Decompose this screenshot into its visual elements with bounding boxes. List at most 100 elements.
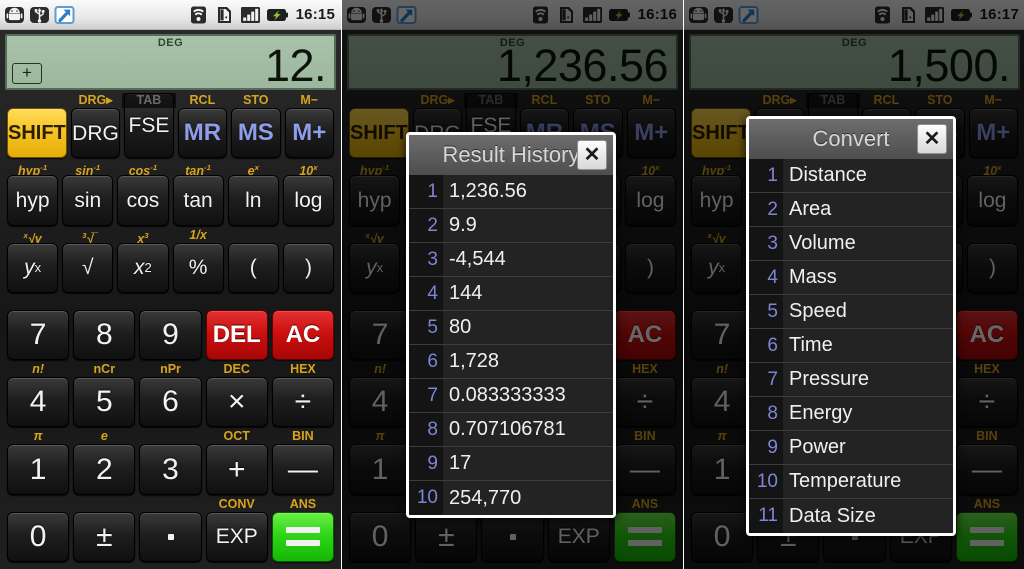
list-item-index: 5 — [749, 295, 783, 328]
key-shift-label: nCr — [93, 362, 116, 377]
key-[interactable]: — — [271, 444, 335, 495]
key-[interactable]: ) — [282, 242, 335, 293]
list-item[interactable]: 5 80 — [409, 311, 613, 345]
key-cell: DEC× — [204, 362, 270, 429]
key-cell: cos-1cos — [115, 160, 170, 227]
calculator-display[interactable]: DEG +12. — [5, 34, 336, 90]
list-item[interactable]: 11 Data Size — [749, 499, 953, 533]
key-hyp[interactable]: hyp — [7, 175, 59, 226]
key-0[interactable]: 0 — [7, 511, 70, 562]
key-drg[interactable]: DRG — [70, 108, 121, 159]
list-item-index: 1 — [409, 175, 443, 208]
key-m[interactable]: M+ — [284, 108, 334, 159]
status-bar-notifications — [4, 5, 75, 25]
list-item-label: Area — [789, 198, 832, 220]
key-shift-label: DRG▸ — [78, 93, 113, 107]
key-[interactable]: ± — [73, 511, 136, 562]
display-value: 12. — [264, 40, 327, 90]
list-item-index: 4 — [749, 261, 783, 294]
key-[interactable]: × — [205, 377, 268, 428]
key-[interactable]: + — [205, 444, 268, 495]
list-item[interactable]: 2 9.9 — [409, 209, 613, 243]
list-item-index: 10 — [409, 481, 443, 515]
key-mr[interactable]: MR — [177, 108, 228, 159]
list-item-index: 10 — [749, 465, 783, 498]
list-item-index: 11 — [749, 499, 783, 533]
key-exp[interactable]: EXP — [205, 511, 268, 562]
key-9[interactable]: 9 — [139, 309, 202, 361]
list-item[interactable]: 8 Energy — [749, 397, 953, 431]
key-equals[interactable] — [271, 511, 335, 562]
key-3[interactable]: 3 — [139, 444, 202, 495]
key-shift[interactable]: SHIFT — [7, 108, 67, 159]
list-item[interactable]: 2 Area — [749, 193, 953, 227]
list-item[interactable]: 10 254,770 — [409, 481, 613, 515]
key-decimal-point[interactable] — [139, 511, 202, 562]
list-item[interactable]: 3 Volume — [749, 227, 953, 261]
key-ac[interactable]: AC — [271, 309, 335, 361]
key-cell: BIN— — [270, 429, 336, 496]
list-item[interactable]: 5 Speed — [749, 295, 953, 329]
key-shift-label — [139, 497, 201, 512]
key-yx[interactable]: yx — [7, 242, 59, 293]
key-tan[interactable]: tan — [172, 175, 224, 226]
key-shift-label: x3 — [137, 230, 149, 243]
list-item[interactable]: 7 Pressure — [749, 363, 953, 397]
key-del[interactable]: DEL — [205, 309, 268, 361]
key-[interactable]: √ — [62, 242, 114, 293]
key-cell: 3√̅√ — [60, 228, 115, 295]
convert-dialog: Convert ✕ 1 Distance 2 Area 3 Volume 4 Mass 5 Speed… — [746, 116, 956, 536]
list-item-index: 1 — [749, 159, 783, 192]
key-shift-label: M− — [300, 93, 319, 107]
list-item[interactable]: 10 Temperature — [749, 465, 953, 499]
list-item[interactable]: 1 1,236.56 — [409, 175, 613, 209]
status-bar-system-icons: 16:15 — [188, 5, 335, 25]
key-cos[interactable]: cos — [117, 175, 169, 226]
key-shift-label: OCT — [223, 429, 250, 444]
calculator-body: DEG +12. SHIFT DRG▸ DRG TAB FSE RCL MR STO MS M− M+… — [0, 30, 341, 569]
key-[interactable]: % — [172, 242, 224, 293]
list-item[interactable]: 1 Distance — [749, 159, 953, 193]
key-cell: 0 — [5, 497, 71, 564]
key-cell: hyp-1hyp — [5, 160, 60, 227]
list-item[interactable]: 6 1,728 — [409, 345, 613, 379]
memory-indicator: + — [12, 63, 42, 84]
close-icon[interactable]: ✕ — [577, 140, 607, 170]
key-cell: ( — [226, 228, 281, 295]
list-item[interactable]: 9 17 — [409, 447, 613, 481]
list-item[interactable]: 9 Power — [749, 431, 953, 465]
key-5[interactable]: 5 — [73, 377, 136, 428]
key-1[interactable]: 1 — [7, 444, 70, 495]
key-6[interactable]: 6 — [139, 377, 202, 428]
calculator-screen-1: 16:15 DEG +12. SHIFT DRG▸ DRG TAB FSE RCL MR STO M… — [0, 0, 341, 569]
list-item[interactable]: 3 -4,544 — [409, 243, 613, 277]
key-2[interactable]: 2 — [73, 444, 136, 495]
key-cell: TABFSE — [122, 93, 176, 160]
status-bar-clock: 16:15 — [295, 6, 335, 23]
list-item-label: Pressure — [789, 368, 870, 390]
list-item-label: Data Size — [789, 504, 876, 527]
key-shift-label: CONV — [218, 496, 255, 511]
close-icon[interactable]: ✕ — [917, 124, 947, 154]
key-cell: n!4 — [5, 362, 71, 429]
key-shift-label: n! — [32, 362, 44, 377]
key-log[interactable]: log — [282, 175, 335, 226]
list-item-index: 6 — [409, 345, 443, 378]
dialog-title-bar: Convert ✕ — [749, 119, 953, 159]
list-item[interactable]: 4 Mass — [749, 261, 953, 295]
key-4[interactable]: 4 — [7, 377, 70, 428]
list-item[interactable]: 8 0.707106781 — [409, 413, 613, 447]
key-7[interactable]: 7 — [7, 309, 70, 361]
key-[interactable]: ÷ — [271, 377, 335, 428]
key-ms[interactable]: MS — [231, 108, 281, 159]
list-item[interactable]: 4 144 — [409, 277, 613, 311]
key-sin[interactable]: sin — [62, 175, 114, 226]
list-item[interactable]: 6 Time — [749, 329, 953, 363]
key-8[interactable]: 8 — [73, 309, 136, 361]
list-item[interactable]: 7 0.083333333 — [409, 379, 613, 413]
key-shift-label: ANS — [289, 496, 317, 511]
key-[interactable]: ( — [227, 242, 279, 293]
key-x2[interactable]: x2 — [117, 242, 169, 293]
dialog-list: 1 1,236.56 2 9.9 3 -4,544 4 144 5 80 6 1,728 7 0.0833… — [409, 175, 613, 515]
key-ln[interactable]: ln — [227, 175, 279, 226]
